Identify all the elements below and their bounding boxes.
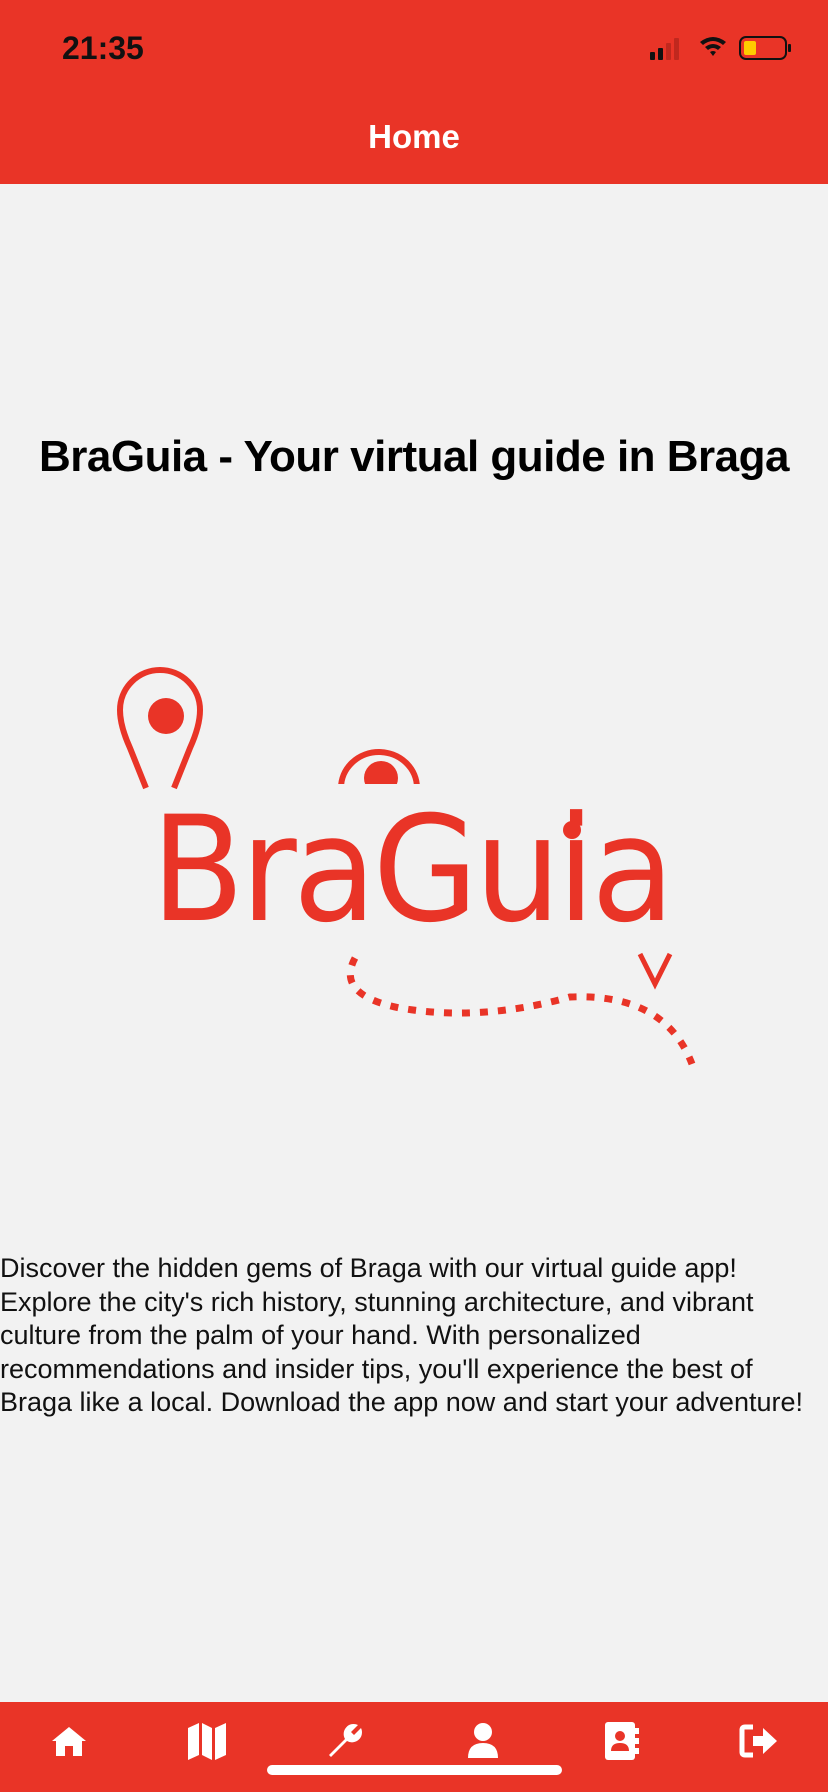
app-description: Discover the hidden gems of Braga with o…	[0, 1253, 803, 1417]
battery-icon	[739, 36, 791, 60]
logo-wordmark: BraGuia	[151, 785, 671, 955]
user-icon	[468, 1723, 498, 1758]
home-indicator	[267, 1765, 562, 1775]
tab-logout[interactable]	[729, 1711, 789, 1771]
tab-map[interactable]	[177, 1711, 237, 1771]
bottom-tab-bar	[0, 1702, 828, 1792]
tab-tools[interactable]	[315, 1711, 375, 1771]
status-icons	[650, 36, 791, 60]
app-headline: BraGuia - Your virtual guide in Braga	[38, 432, 790, 481]
home-icon	[52, 1727, 86, 1756]
top-bar: 21:35 Home	[0, 0, 828, 184]
braguia-logo: BraGuia	[117, 667, 696, 1066]
wrench-icon	[329, 1724, 362, 1757]
signal-icon	[650, 38, 679, 60]
tab-profile[interactable]	[453, 1711, 513, 1771]
map-icon	[188, 1723, 226, 1760]
contacts-icon	[605, 1722, 639, 1760]
status-time: 21:35	[62, 30, 144, 66]
logout-icon	[739, 1724, 777, 1758]
page-title: Home	[368, 118, 460, 155]
tab-contacts[interactable]	[591, 1711, 651, 1771]
tab-home[interactable]	[39, 1711, 99, 1771]
wifi-icon	[700, 37, 726, 56]
